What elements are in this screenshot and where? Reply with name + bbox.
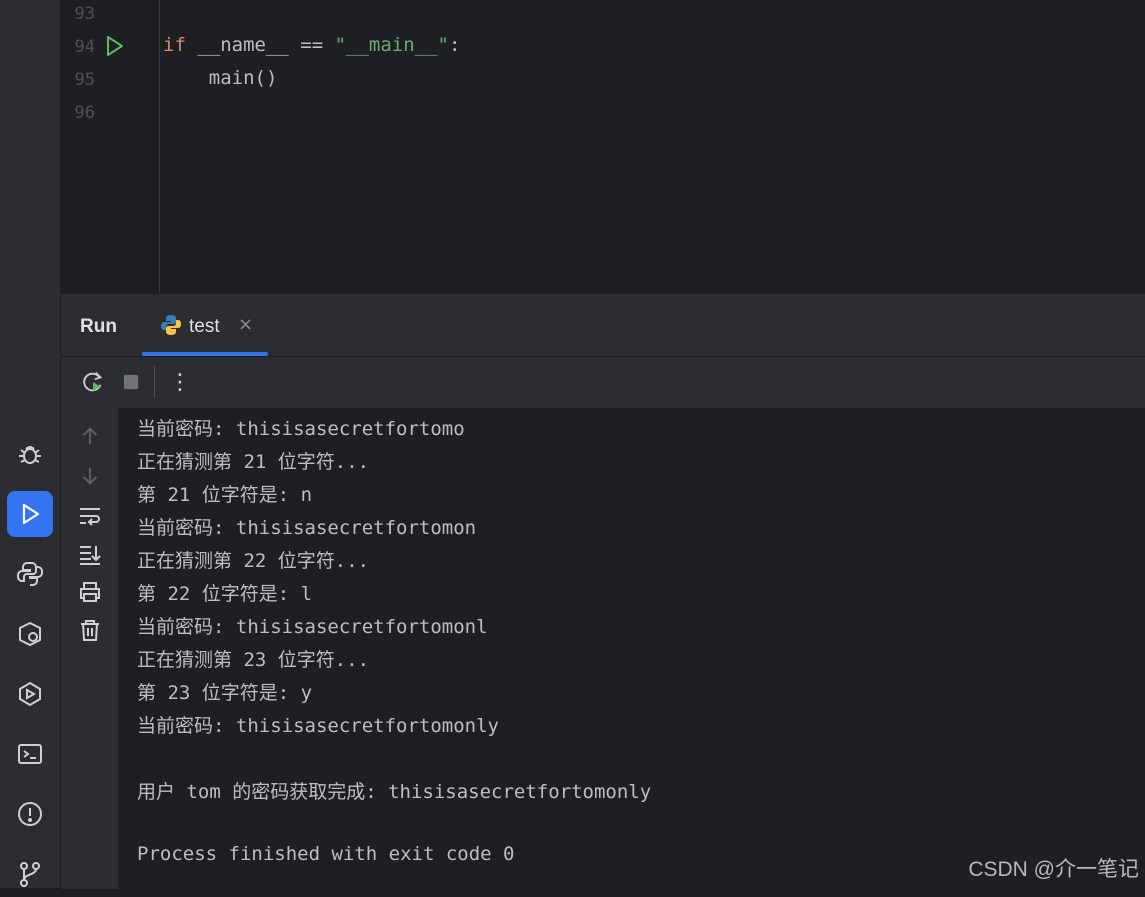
stop-icon [123, 374, 139, 390]
tab-label: test [189, 316, 220, 337]
code-token: __name__ == [185, 34, 335, 56]
console-line: 当前密码: thisisasecretfortomo [137, 418, 465, 440]
line-number: 94 [74, 37, 95, 57]
run-gutter-icon[interactable] [105, 35, 125, 57]
arrow-down-icon [82, 467, 98, 485]
code-line-95: main() [163, 67, 278, 89]
services-icon[interactable] [7, 671, 53, 717]
terminal-icon[interactable] [7, 731, 53, 777]
console-line: 正在猜测第 22 位字符... [137, 550, 370, 572]
console-side-toolbar [61, 408, 118, 889]
clear-all-button[interactable] [76, 616, 104, 644]
code-token: : [449, 34, 461, 56]
rerun-icon [83, 372, 103, 392]
python-file-icon [161, 315, 181, 335]
code-line-94: if __name__ == "__main__": [163, 34, 460, 56]
console-line: 第 22 位字符是: l [137, 583, 313, 605]
run-window-title: Run [80, 316, 117, 337]
console-line: 当前密码: thisisasecretfortomonl [137, 616, 488, 638]
version-control-icon[interactable] [7, 851, 53, 897]
print-button[interactable] [76, 578, 104, 606]
arrow-up-icon [82, 427, 98, 445]
scroll-down-button[interactable] [76, 462, 104, 490]
console-line: 第 23 位字符是: y [137, 682, 313, 704]
watermark: CSDN @介一笔记 [968, 858, 1139, 881]
rerun-button[interactable] [79, 368, 107, 396]
trash-icon [81, 620, 99, 641]
python-console-icon[interactable] [7, 551, 53, 597]
console-line: 用户 tom 的密码获取完成: thisisasecretfortomonly [137, 781, 652, 803]
scroll-to-end-button[interactable] [76, 540, 104, 568]
left-tool-strip [0, 0, 61, 888]
line-number: 95 [74, 70, 95, 90]
line-number: 93 [74, 4, 95, 24]
problems-icon[interactable] [7, 791, 53, 837]
run-icon[interactable] [7, 491, 53, 537]
code-editor[interactable]: 93 94 95 96 if __name__ == "__main__": m… [61, 0, 1145, 293]
console-line: 正在猜测第 21 位字符... [137, 451, 370, 473]
console-line: 当前密码: thisisasecretfortomonly [137, 715, 499, 737]
console-line: Process finished with exit code 0 [137, 843, 515, 865]
tab-close-icon[interactable]: × [238, 314, 253, 335]
stop-button[interactable] [117, 368, 145, 396]
tab-test[interactable]: test × [142, 294, 268, 356]
more-options-button[interactable]: ⋮ [166, 368, 194, 396]
print-icon [80, 582, 100, 602]
indent-guide [159, 0, 160, 293]
soft-wrap-icon [80, 508, 100, 526]
console-line: 正在猜测第 23 位字符... [137, 649, 370, 671]
soft-wrap-button[interactable] [76, 502, 104, 530]
scroll-to-end-icon [80, 546, 101, 565]
run-tool-window: Run test × ⋮ 当前密码: thisisasecretfortomo … [61, 293, 1145, 889]
run-tab-bar: Run test × [61, 294, 1145, 356]
string-token: "__main__" [334, 34, 449, 56]
toolbar-separator [154, 366, 155, 398]
console-line: 第 21 位字符是: n [137, 484, 313, 506]
console-output[interactable]: 当前密码: thisisasecretfortomo 正在猜测第 21 位字符.… [118, 408, 1145, 889]
console-line: 当前密码: thisisasecretfortomon [137, 517, 477, 539]
line-number: 96 [74, 103, 95, 123]
scroll-up-button[interactable] [76, 422, 104, 450]
debug-icon[interactable] [7, 431, 53, 477]
keyword-token: if [163, 34, 186, 56]
python-packages-icon[interactable] [7, 611, 53, 657]
run-toolbar: ⋮ [61, 357, 1145, 407]
